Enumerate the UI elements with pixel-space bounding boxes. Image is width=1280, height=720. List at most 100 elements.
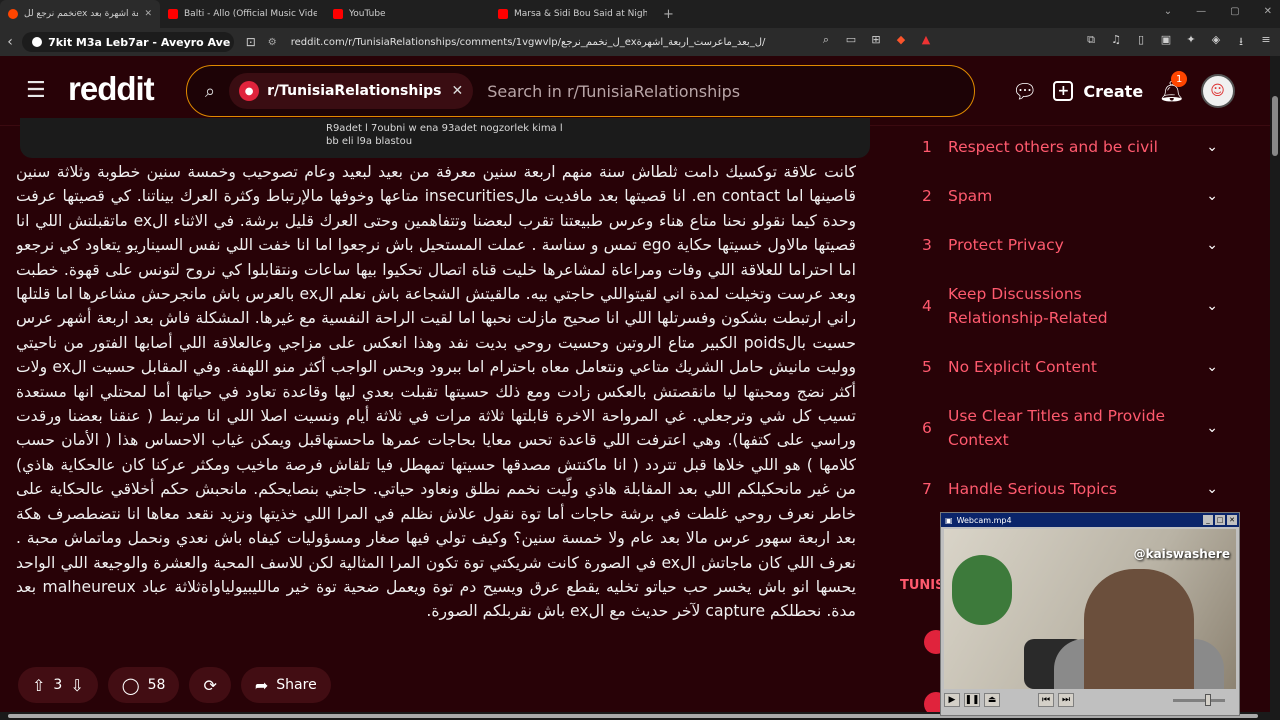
rule-item[interactable]: 5 No Explicit Content ⌄	[918, 342, 1228, 391]
browser-tab[interactable]: Balti - Allo (Official Music Video) - Yo	[160, 0, 325, 28]
webcam-window[interactable]: ▣ Webcam.mp4 _ □ ✕ @kaiswashere ▶ ❚❚ ⏏ ⏮…	[940, 512, 1240, 716]
rule-number: 2	[922, 186, 932, 205]
rule-number: 3	[922, 235, 932, 254]
hamburger-menu-icon[interactable]: ☰	[26, 78, 46, 103]
tab-list-icon[interactable]: ⌄	[1164, 6, 1172, 17]
notifications-button[interactable]: 🔔︎ 1	[1159, 71, 1188, 103]
video-file-icon: ▣	[945, 515, 953, 525]
maximize-icon[interactable]: □	[1215, 515, 1225, 525]
new-tab-icon[interactable]: +	[663, 7, 674, 22]
wallet-icon[interactable]: ▣	[1160, 33, 1172, 52]
close-window-icon[interactable]: ✕	[1264, 6, 1272, 17]
screen-icon[interactable]: ▭	[845, 33, 857, 52]
ai-icon[interactable]: ✦	[1185, 33, 1197, 52]
next-icon[interactable]: ⏭	[1058, 693, 1074, 707]
rule-item[interactable]: 6 Use Clear Titles and Provide Context ⌄	[918, 391, 1228, 464]
window-controls: ⌄ — ▢ ✕	[1164, 6, 1272, 17]
sidebar-icon[interactable]: ▯	[1135, 33, 1147, 52]
rule-text: Spam	[948, 186, 993, 205]
brave-shield-icon[interactable]: ◆	[895, 33, 907, 52]
reddit-logo[interactable]: reddit	[68, 70, 155, 108]
zoom-icon[interactable]: ⌕	[820, 33, 832, 52]
rule-text: Use Clear Titles and Provide Context	[948, 406, 1166, 449]
music-icon[interactable]: ♫	[1110, 33, 1122, 52]
close-tab-icon[interactable]: ✕	[144, 9, 152, 19]
rule-number: 6	[922, 418, 932, 437]
upvote-icon[interactable]: ⇧	[32, 676, 45, 695]
comment-icon: ◯	[121, 675, 140, 695]
back-icon[interactable]: ‹	[0, 34, 20, 50]
volume-slider[interactable]	[1173, 694, 1225, 706]
reddit-favicon-icon	[8, 9, 18, 19]
browser-tab[interactable]: Marsa & Sidi Bou Said at Night 🌙 |	[490, 0, 655, 28]
rule-text: No Explicit Content	[948, 357, 1097, 376]
rule-item[interactable]: 2 Spam ⌄	[918, 171, 1228, 220]
rule-text: Protect Privacy	[948, 235, 1064, 254]
menu-icon[interactable]: ≡	[1260, 33, 1272, 52]
comment-count: 58	[147, 677, 166, 693]
person	[1084, 569, 1194, 689]
chevron-down-icon: ⌄	[1206, 358, 1218, 375]
avatar[interactable]: ☺	[1200, 74, 1235, 108]
extension-icons: ⌕ ▭ ⊞ ◆ ▲ ⧉ ♫ ▯ ▣ ✦ ◈ ⭳ ≡	[820, 33, 1280, 52]
chat-icon[interactable]: 💬︎	[1012, 79, 1037, 103]
page-info-icon[interactable]: ⚙	[268, 37, 277, 48]
search-bar[interactable]: ⌕ ● r/TunisiaRelationships ✕ Search in r…	[186, 65, 975, 117]
chevron-down-icon: ⌄	[1206, 187, 1218, 204]
youtube-favicon-icon	[333, 9, 343, 19]
extensions-icon[interactable]: ⧉	[1085, 33, 1097, 52]
youtube-favicon-icon	[498, 9, 508, 19]
clear-community-icon[interactable]: ✕	[452, 83, 464, 99]
translate-icon[interactable]: ⊞	[870, 33, 882, 52]
minimize-icon[interactable]: _	[1203, 515, 1213, 525]
rule-text: Keep Discussions Relationship-Related	[948, 284, 1108, 327]
tab-title: نخمم نرجع للex اربعة اشهرة بعد	[24, 9, 138, 19]
bookmark-icon[interactable]: ⊡	[246, 35, 256, 49]
community-filter-chip[interactable]: ● r/TunisiaRelationships ✕	[229, 73, 474, 109]
post-actions: ⇧ 3 ⇩ ◯ 58 ⟳ ➦ Share	[18, 667, 331, 703]
youtube-favicon-icon	[168, 9, 178, 19]
download-icon[interactable]: ⭳	[1235, 33, 1247, 52]
minimize-icon[interactable]: —	[1196, 6, 1206, 17]
eject-icon[interactable]: ⏏	[984, 693, 1000, 707]
browser-tab-bar: نخمم نرجع للex اربعة اشهرة بعد ✕ Balti -…	[0, 0, 1280, 28]
previous-icon[interactable]: ⏮	[1038, 693, 1054, 707]
rule-item[interactable]: 4 Keep Discussions Relationship-Related …	[918, 269, 1228, 342]
rule-number: 7	[922, 479, 932, 498]
plush-toy	[952, 555, 1012, 625]
maximize-icon[interactable]: ▢	[1230, 6, 1239, 17]
search-input[interactable]: Search in r/TunisiaRelationships	[487, 82, 740, 101]
browser-tab[interactable]: YouTube	[325, 0, 490, 28]
vertical-scrollbar[interactable]	[1270, 56, 1280, 720]
search-icon: ⌕	[205, 80, 216, 102]
crosspost-button[interactable]: ⟳	[189, 667, 231, 703]
vote-count: 3	[53, 677, 63, 693]
site-identity-pill[interactable]: 7kit M3a Leb7ar - Aveyro Ave	[22, 32, 234, 52]
chevron-down-icon: ⌄	[1206, 419, 1218, 436]
post-body: كانت علاقة توكسيك دامت ثلطاش سنة منهم ار…	[16, 163, 856, 621]
rewards-icon[interactable]: ▲	[920, 33, 932, 52]
address-bar[interactable]: reddit.com/r/TunisiaRelationships/commen…	[291, 37, 820, 48]
site-info-icon	[32, 37, 43, 47]
post-image[interactable]: R9adet l 7oubni w ena 93adet nogzorlek k…	[20, 118, 870, 158]
rule-item[interactable]: 3 Protect Privacy ⌄	[918, 220, 1228, 269]
share-icon: ➦	[254, 675, 269, 695]
rule-text: Handle Serious Topics	[948, 479, 1118, 498]
vpn-icon[interactable]: ◈	[1210, 33, 1222, 52]
comments-button[interactable]: ◯ 58	[107, 667, 180, 703]
crosspost-icon: ⟳	[203, 675, 217, 695]
play-icon[interactable]: ▶	[944, 693, 960, 707]
share-button[interactable]: ➦ Share	[240, 667, 331, 703]
rule-item[interactable]: 1 Respect others and be civil ⌄	[918, 122, 1228, 171]
rule-number: 1	[922, 137, 932, 156]
webcam-titlebar[interactable]: ▣ Webcam.mp4 _ □ ✕	[941, 513, 1239, 527]
pause-icon[interactable]: ❚❚	[964, 693, 980, 707]
tab-title: Balti - Allo (Official Music Video) - Yo	[184, 9, 317, 19]
downvote-icon[interactable]: ⇩	[70, 676, 83, 695]
create-button[interactable]: + Create	[1053, 81, 1143, 101]
rule-item[interactable]: 7 Handle Serious Topics ⌄	[918, 464, 1228, 513]
reddit-header: ☰ reddit ⌕ ● r/TunisiaRelationships ✕ Se…	[0, 56, 1270, 126]
browser-tab[interactable]: نخمم نرجع للex اربعة اشهرة بعد ✕	[0, 0, 160, 28]
webcam-video: @kaiswashere	[944, 529, 1236, 689]
close-icon[interactable]: ✕	[1227, 515, 1237, 525]
